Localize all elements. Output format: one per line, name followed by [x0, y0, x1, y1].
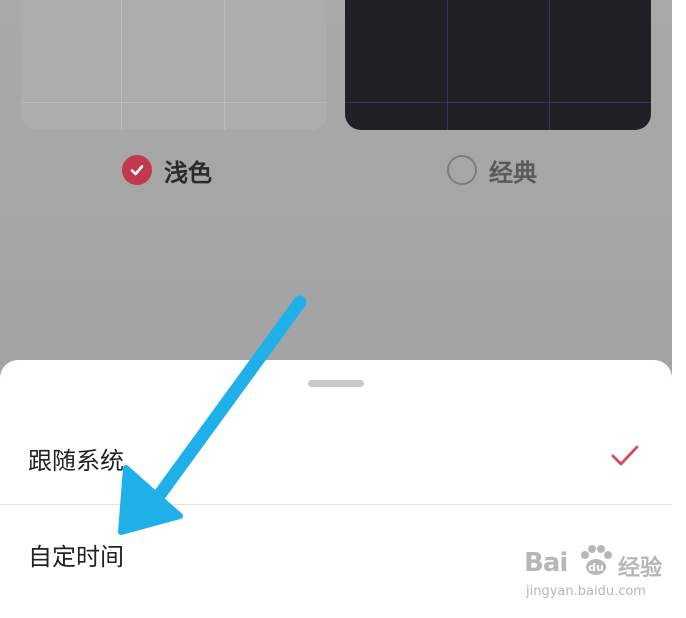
preview-grid-line [21, 102, 327, 103]
preview-grid-line [345, 102, 651, 103]
watermark-brand: Bai [524, 548, 568, 578]
sheet-drag-handle[interactable] [308, 380, 364, 387]
watermark-brand-cn: 经验 [618, 556, 663, 581]
svg-text:du: du [588, 561, 604, 574]
theme-label-light: 浅色 [164, 158, 212, 187]
paw-logo-icon: du [581, 545, 612, 575]
option-label: 跟随系统 [28, 446, 124, 475]
screen-edge [672, 0, 686, 618]
radio-checked-icon[interactable] [122, 155, 152, 185]
watermark: Bai du 经验 jingyan.baidu.com [524, 545, 674, 608]
option-label: 自定时间 [28, 542, 124, 571]
preview-grid-line [447, 0, 448, 130]
preview-grid-line [224, 0, 225, 130]
classic-theme-preview[interactable] [345, 0, 651, 130]
theme-radio-light[interactable]: 浅色 [122, 150, 212, 190]
row-divider [0, 504, 672, 505]
watermark-url: jingyan.baidu.com [526, 584, 646, 599]
option-follow-system[interactable]: 跟随系统 [0, 410, 672, 506]
preview-grid-line [549, 0, 550, 130]
preview-grid-line [121, 0, 122, 130]
theme-label-classic: 经典 [489, 158, 537, 187]
checkmark-icon [610, 444, 640, 472]
theme-radio-classic[interactable]: 经典 [447, 150, 537, 190]
light-theme-preview[interactable] [21, 0, 327, 130]
radio-unchecked-icon[interactable] [447, 155, 477, 185]
